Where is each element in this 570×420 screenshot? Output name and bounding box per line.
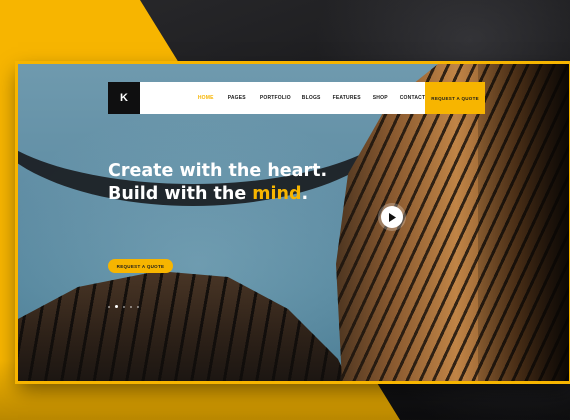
slider-dots [108,305,139,308]
slider-dot[interactable] [130,305,132,308]
nav-item-pages[interactable]: PAGES [228,95,246,101]
play-video-button[interactable] [381,206,403,228]
navbar: K HOME PAGES PORTFOLIO BLOGS FEATURES SH… [108,82,485,114]
slider-dot[interactable] [115,305,118,308]
nav-item-features[interactable]: FEATURES [333,95,361,101]
play-icon [389,212,396,222]
hero-section: K HOME PAGES PORTFOLIO BLOGS FEATURES SH… [18,64,569,381]
nav-menu: HOME PAGES PORTFOLIO BLOGS FEATURES SHOP… [198,82,425,114]
hero-headline-period: . [301,184,309,204]
hero-request-quote-button[interactable]: REQUEST A QUOTE [108,259,173,273]
hero-headline-accent: mind [252,184,302,204]
nav-item-home[interactable]: HOME [198,95,214,101]
slider-dot[interactable] [137,305,139,308]
hero-tower-shade [478,64,569,381]
nav-item-shop[interactable]: SHOP [373,95,388,101]
slider-dot[interactable] [123,305,125,308]
hero-headline: Create with the heart. Build with the mi… [108,160,348,206]
nav-item-portfolio[interactable]: PORTFOLIO [260,95,291,101]
nav-item-blogs[interactable]: BLOGS [302,95,321,101]
logo[interactable]: K [108,82,140,114]
nav-request-quote-button[interactable]: REQUEST A QUOTE [425,82,485,114]
slider-dot[interactable] [108,305,110,308]
nav-item-contact[interactable]: CONTACT [400,95,425,101]
